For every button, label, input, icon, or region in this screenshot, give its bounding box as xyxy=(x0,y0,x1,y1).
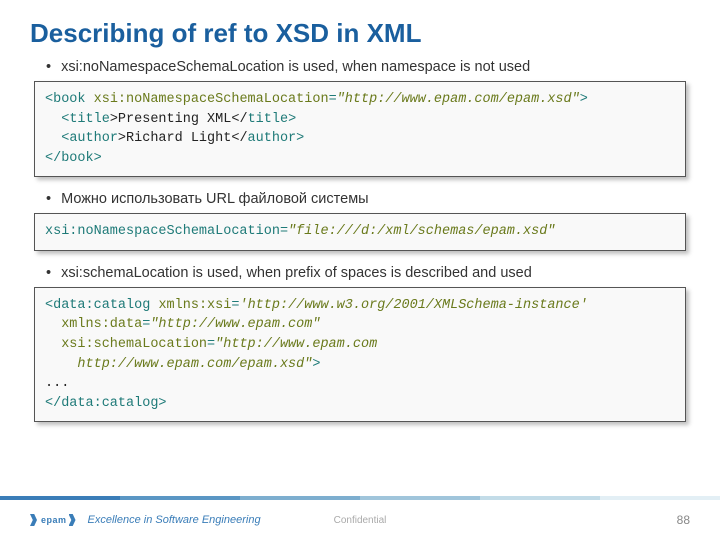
page-number: 88 xyxy=(677,513,690,527)
code-block-1: <book xsi:noNamespaceSchemaLocation="htt… xyxy=(34,81,686,177)
bullet-dot: • xyxy=(46,59,51,75)
chevron-icon xyxy=(69,514,76,526)
chevron-icon xyxy=(30,514,37,526)
footer: epam Excellence in Software Engineering … xyxy=(0,500,720,540)
bullet-text: Можно использовать URL файловой системы xyxy=(61,191,369,207)
bullet-dot: • xyxy=(46,265,51,281)
code-block-3: <data:catalog xmlns:xsi='http://www.w3.o… xyxy=(34,287,686,422)
bullet-dot: • xyxy=(46,191,51,207)
slide-title: Describing of ref to XSD in XML xyxy=(30,18,690,49)
bullet-text: xsi:schemaLocation is used, when prefix … xyxy=(61,265,532,281)
logo-text: epam xyxy=(41,515,67,525)
code-block-2: xsi:noNamespaceSchemaLocation="file:///d… xyxy=(34,213,686,251)
footer-confidential: Confidential xyxy=(334,515,387,526)
bullet-text: xsi:noNamespaceSchemaLocation is used, w… xyxy=(61,59,530,75)
footer-tagline: Excellence in Software Engineering xyxy=(88,514,261,526)
logo: epam xyxy=(30,514,76,526)
bullet-item: • xsi:schemaLocation is used, when prefi… xyxy=(46,265,690,281)
bullet-item: • xsi:noNamespaceSchemaLocation is used,… xyxy=(46,59,690,75)
bullet-item: • Можно использовать URL файловой систем… xyxy=(46,191,690,207)
